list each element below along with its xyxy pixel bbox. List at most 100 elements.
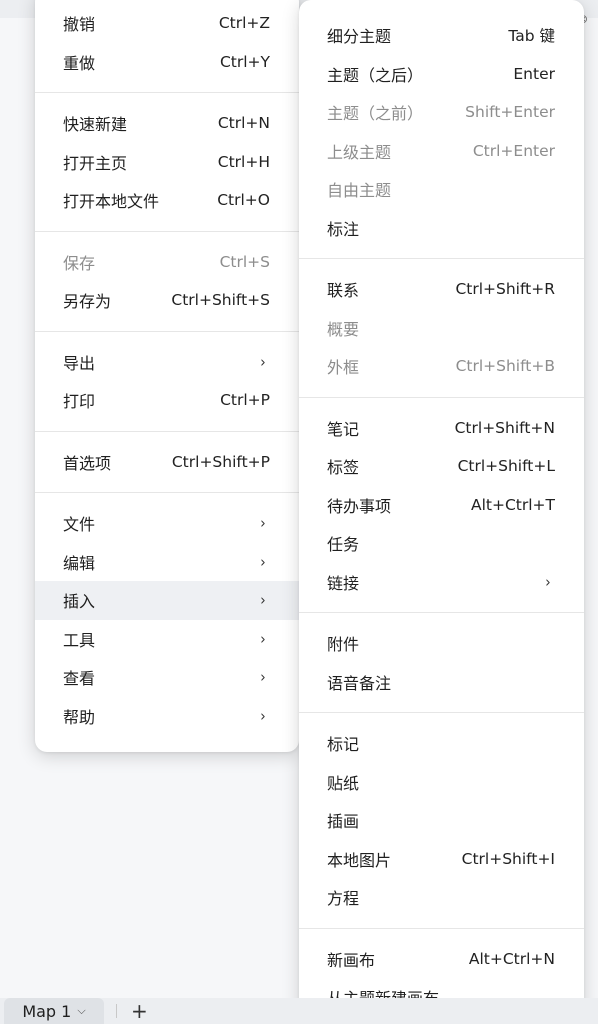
- menu-item-shortcut: Ctrl+Shift+B: [455, 357, 555, 376]
- menu-item-print[interactable]: 打印 Ctrl+P: [35, 381, 299, 420]
- sheet-tab-bar: Map 1 ⌵ +: [0, 998, 598, 1024]
- menu-item-help[interactable]: 帮助 ›: [35, 697, 299, 736]
- menu-item-insert[interactable]: 插入 ›: [35, 581, 299, 620]
- menu-item-label: 附件: [327, 635, 360, 655]
- menu-item-shortcut: Ctrl+Shift+S: [171, 291, 270, 310]
- menu-item-label: 编辑: [63, 553, 96, 573]
- menu-item-label: 细分主题: [327, 27, 392, 47]
- menu-item-link[interactable]: 链接 ›: [299, 563, 584, 602]
- menu-item-todo[interactable]: 待办事项 Alt+Ctrl+T: [299, 486, 584, 525]
- menu-item-topic-before[interactable]: 主题（之前） Shift+Enter: [299, 93, 584, 132]
- menu-separator: [35, 92, 299, 93]
- menu-item-shortcut: Ctrl+Shift+P: [171, 452, 270, 471]
- menu-item-subtopic[interactable]: 细分主题 Tab 键: [299, 16, 584, 55]
- menu-item-attachment[interactable]: 附件: [299, 624, 584, 663]
- menu-separator: [35, 430, 299, 432]
- menu-item-label: 另存为: [63, 292, 112, 312]
- menu-item-shortcut: Ctrl+Shift+N: [454, 418, 555, 437]
- menu-item-label: 导出: [63, 353, 96, 373]
- menu-item-label: 首选项: [63, 453, 112, 473]
- menu-item-shortcut: Ctrl+Y: [219, 52, 270, 71]
- menu-item-topic-after[interactable]: 主题（之后） Enter: [299, 55, 584, 94]
- insert-submenu: 细分主题 Tab 键 主题（之后） Enter 主题（之前） Shift+Enter …: [299, 0, 584, 1024]
- menu-item-label: 打印: [63, 392, 96, 412]
- menu-item-relationship[interactable]: 联系 Ctrl+Shift+R: [299, 270, 584, 309]
- menu-item-label: 打开本地文件: [63, 192, 160, 212]
- menu-separator: [299, 258, 584, 259]
- menu-item-sticker[interactable]: 贴纸: [299, 763, 584, 802]
- menu-item-new-sheet[interactable]: 新画布 Alt+Ctrl+N: [299, 940, 584, 979]
- menu-item-preferences[interactable]: 首选项 Ctrl+Shift+P: [35, 443, 299, 482]
- menu-item-save[interactable]: 保存 Ctrl+S: [35, 243, 299, 282]
- menu-item-label: 主题（之前）: [327, 104, 424, 124]
- menu-item-label: 链接: [327, 573, 360, 593]
- menu-item-labels[interactable]: 标签 Ctrl+Shift+L: [299, 447, 584, 486]
- menu-item-edit[interactable]: 编辑 ›: [35, 543, 299, 582]
- menu-item-label: 帮助: [63, 707, 96, 727]
- menu-item-file[interactable]: 文件 ›: [35, 504, 299, 543]
- menu-item-shortcut: Ctrl+S: [219, 252, 270, 271]
- menu-item-shortcut: Ctrl+Shift+R: [455, 280, 555, 299]
- menu-item-shortcut: Ctrl+Enter: [472, 141, 555, 160]
- menu-item-label: 自由主题: [327, 181, 392, 201]
- chevron-right-icon: ›: [260, 514, 266, 533]
- menu-item-open-home[interactable]: 打开主页 Ctrl+H: [35, 143, 299, 182]
- menu-item-export[interactable]: 导出 ›: [35, 343, 299, 382]
- menu-item-shortcut: Ctrl+P: [220, 391, 270, 410]
- menu-item-label: 上级主题: [327, 142, 392, 162]
- menu-item-marker[interactable]: 标记: [299, 724, 584, 763]
- menu-item-floating-topic[interactable]: 自由主题: [299, 170, 584, 209]
- menu-item-label: 快速新建: [63, 115, 128, 135]
- menu-item-notes[interactable]: 笔记 Ctrl+Shift+N: [299, 409, 584, 448]
- menu-item-local-image[interactable]: 本地图片 Ctrl+Shift+I: [299, 840, 584, 879]
- menu-item-audio-note[interactable]: 语音备注: [299, 663, 584, 702]
- menu-item-label: 插画: [327, 812, 360, 832]
- menu-item-boundary[interactable]: 外框 Ctrl+Shift+B: [299, 347, 584, 386]
- menu-item-shortcut: Tab 键: [508, 27, 555, 46]
- chevron-down-icon[interactable]: ⌵: [77, 1004, 85, 1018]
- menu-item-label: 文件: [63, 515, 96, 535]
- menu-item-label: 工具: [63, 630, 96, 650]
- menu-item-shortcut: Ctrl+H: [217, 152, 270, 171]
- menu-item-redo[interactable]: 重做 Ctrl+Y: [35, 43, 299, 82]
- menu-item-shortcut: Ctrl+Shift+L: [457, 457, 555, 476]
- menu-separator: [35, 330, 299, 332]
- menu-item-label: 查看: [63, 669, 96, 689]
- menu-item-label: 本地图片: [327, 850, 392, 870]
- menu-item-shortcut: Alt+Ctrl+T: [470, 495, 555, 514]
- menu-item-shortcut: Ctrl+Z: [218, 14, 270, 33]
- menu-item-label: 标记: [327, 735, 360, 755]
- menu-separator: [35, 230, 299, 232]
- menu-item-tools[interactable]: 工具 ›: [35, 620, 299, 659]
- menu-item-equation[interactable]: 方程: [299, 878, 584, 917]
- menu-item-shortcut: Ctrl+Shift+I: [461, 849, 555, 868]
- menu-item-view[interactable]: 查看 ›: [35, 658, 299, 697]
- menu-item-label: 笔记: [327, 419, 360, 439]
- menu-item-label: 概要: [327, 319, 360, 339]
- menu-item-label: 任务: [327, 535, 360, 555]
- menu-item-illustration[interactable]: 插画: [299, 801, 584, 840]
- menu-item-parent-topic[interactable]: 上级主题 Ctrl+Enter: [299, 132, 584, 171]
- menu-item-label: 标注: [327, 219, 360, 239]
- menu-item-summary[interactable]: 概要: [299, 309, 584, 348]
- chevron-right-icon: ›: [260, 352, 266, 371]
- menu-item-label: 联系: [327, 281, 360, 301]
- menu-item-label: 语音备注: [327, 673, 392, 693]
- sheet-tab-map-1[interactable]: Map 1 ⌵: [4, 998, 104, 1024]
- menu-separator: [299, 612, 584, 613]
- menu-item-label: 撤销: [63, 15, 96, 35]
- menu-item-label: 重做: [63, 53, 96, 73]
- menu-item-callout[interactable]: 标注: [299, 209, 584, 248]
- menu-item-save-as[interactable]: 另存为 Ctrl+Shift+S: [35, 281, 299, 320]
- menu-item-label: 保存: [63, 253, 96, 273]
- menu-item-undo[interactable]: 撤销 Ctrl+Z: [35, 4, 299, 43]
- menu-item-quick-new[interactable]: 快速新建 Ctrl+N: [35, 104, 299, 143]
- menu-separator: [299, 927, 584, 929]
- chevron-right-icon: ›: [545, 572, 551, 591]
- menu-item-open-local-file[interactable]: 打开本地文件 Ctrl+O: [35, 181, 299, 220]
- menu-separator: [299, 712, 584, 713]
- add-sheet-icon[interactable]: +: [131, 998, 148, 1024]
- menu-item-task[interactable]: 任务: [299, 524, 584, 563]
- menu-item-shortcut: Ctrl+N: [217, 114, 270, 133]
- menu-item-label: 外框: [327, 358, 360, 378]
